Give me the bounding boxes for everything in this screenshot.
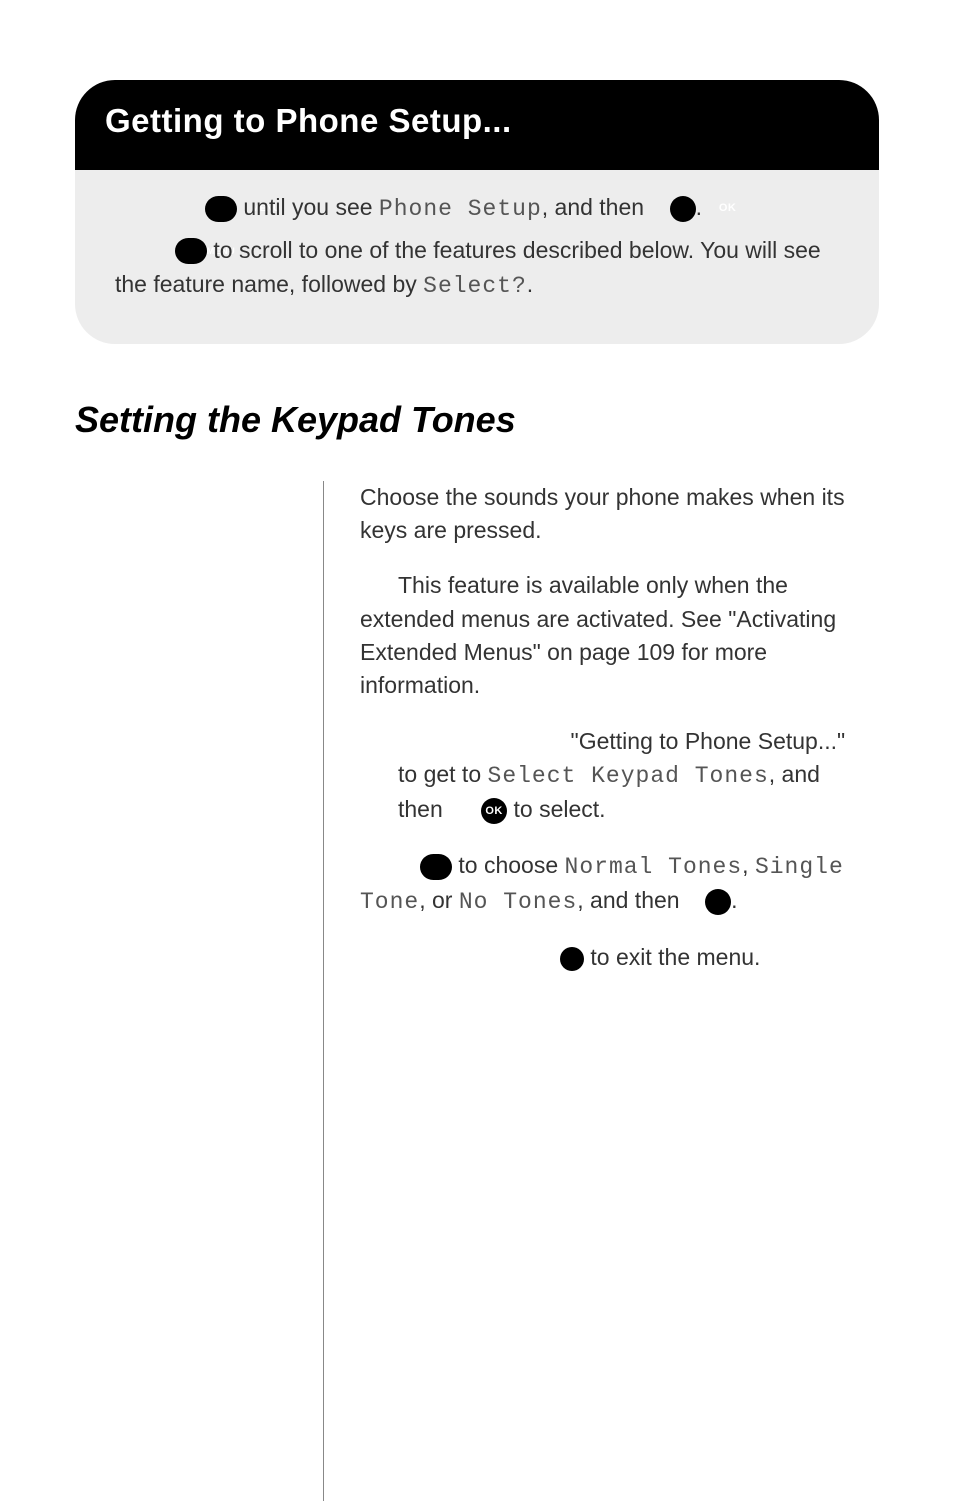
menu-icon: MENU: [175, 238, 207, 264]
step1-c: to select.: [507, 796, 605, 822]
menu-icon: MENU: [205, 196, 237, 222]
banner-title: Getting to Phone Setup...: [75, 80, 879, 178]
menu-icon: MENU: [420, 854, 452, 880]
vertical-divider: [323, 481, 324, 1501]
step2-lcd3: No Tones: [459, 889, 577, 915]
box-line2-lcd: Select?: [423, 273, 527, 299]
paragraph-1: Choose the sounds your phone makes when …: [360, 481, 869, 548]
box-line1-lcd: Phone Setup: [379, 196, 542, 222]
c-icon: C: [560, 947, 584, 971]
box-line2-b: .: [527, 271, 533, 297]
body-content: Choose the sounds your phone makes when …: [342, 481, 879, 1501]
step2-a: to choose: [452, 852, 565, 878]
ok-icon: OK: [481, 798, 507, 824]
step1-lcd: Select Keypad Tones: [488, 763, 769, 789]
paragraph-2: This feature is available only when the …: [360, 569, 869, 702]
step2-c: , or: [419, 887, 459, 913]
section-heading: Setting the Keypad Tones: [75, 399, 879, 441]
step2-d: , and then: [577, 887, 686, 913]
step2-b: ,: [742, 852, 755, 878]
step3-a: to exit the menu.: [584, 944, 760, 970]
ok-icon: OK: [705, 889, 731, 915]
step2-e: .: [731, 887, 737, 913]
box-line1-a: until you see: [237, 194, 379, 220]
instruction-box: MENU until you see Phone Setup, and then…: [75, 170, 879, 344]
ok-icon: OK: [670, 196, 696, 222]
step2-lcd1: Normal Tones: [565, 854, 743, 880]
box-line1-c: .: [696, 194, 702, 220]
